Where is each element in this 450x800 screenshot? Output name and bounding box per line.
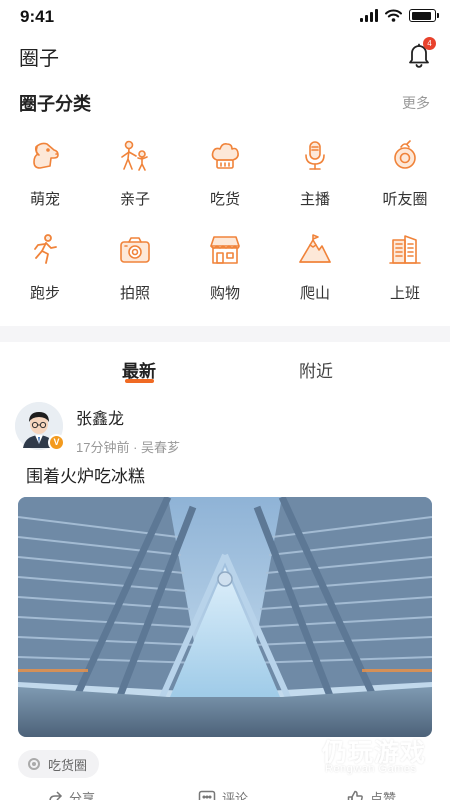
status-time: 9:41 (20, 7, 55, 26)
post-text: 围着火炉吃冰糕 (26, 467, 145, 486)
section-divider (0, 326, 450, 342)
cellular-signal-icon (360, 9, 378, 22)
category-item-work[interactable]: 上班 (360, 228, 450, 322)
headphone-disc-icon (394, 140, 416, 169)
share-icon (49, 790, 63, 800)
category-item-shopping[interactable]: 购物 (180, 228, 270, 322)
wifi-icon (385, 9, 402, 22)
status-bar: 9:41 (0, 0, 450, 34)
category-item-pets[interactable]: 萌宠 (0, 134, 90, 228)
post-action-bar: 分享 评论 点赞 (0, 788, 450, 800)
active-tab-indicator (125, 379, 154, 383)
battery-fill (411, 11, 432, 20)
category-item-listeners[interactable]: 听友圈 (360, 134, 450, 228)
comment-button[interactable]: 评论 (198, 788, 248, 800)
notification-button[interactable]: 4 (404, 37, 436, 70)
chef-hat-icon (211, 143, 239, 169)
category-item-anchor[interactable]: 主播 (270, 134, 360, 228)
parent-child-icon (121, 140, 148, 171)
shop-icon (210, 236, 240, 264)
more-categories-link[interactable]: 更多 (402, 93, 430, 113)
post-tag-label: 吃货圈 (48, 757, 88, 773)
status-icons (360, 9, 439, 22)
mountain-icon (299, 234, 331, 263)
thumbs-up-icon (347, 790, 363, 800)
office-building-icon (389, 235, 421, 264)
page-title: 圈子 (19, 48, 59, 70)
category-section-title: 圈子分类 (19, 94, 91, 114)
microphone-icon (305, 141, 325, 170)
comment-label: 评论 (222, 791, 249, 800)
watermark-subtext: Rengwan Games (325, 763, 417, 775)
running-icon (34, 234, 57, 264)
post-image[interactable] (18, 497, 432, 737)
verified-badge: V (48, 434, 65, 451)
category-item-parenting[interactable]: 亲子 (90, 134, 180, 228)
category-label: 主播 (299, 191, 330, 208)
watermark: 仍玩游戏 Rengwan Games (268, 733, 438, 783)
category-label: 吃货 (209, 191, 240, 208)
notification-badge: 4 (423, 37, 436, 50)
camera-icon (120, 237, 150, 263)
corridor-photo (18, 497, 432, 737)
share-label: 分享 (69, 791, 96, 800)
category-label: 听友圈 (382, 191, 428, 208)
circle-tag-icon (28, 758, 40, 770)
like-button[interactable]: 点赞 (347, 788, 396, 800)
category-label: 上班 (389, 285, 420, 302)
category-item-hiking[interactable]: 爬山 (270, 228, 360, 322)
category-item-foodie[interactable]: 吃货 (180, 134, 270, 228)
share-button[interactable]: 分享 (47, 788, 95, 800)
category-label: 跑步 (29, 285, 60, 302)
category-item-running[interactable]: 跑步 (0, 228, 90, 322)
category-label: 爬山 (299, 285, 330, 302)
post-author-name[interactable]: 张鑫龙 (76, 405, 124, 429)
battery-icon (409, 9, 439, 22)
category-label: 购物 (209, 285, 240, 302)
dog-icon (33, 142, 59, 169)
category-grid: 萌宠 亲子 吃货 主播 听友圈 跑步 拍照 购物 爬山 上班 (0, 134, 450, 322)
comment-icon (198, 790, 216, 800)
like-label: 点赞 (370, 791, 397, 800)
tab-nearby[interactable]: 附近 (299, 357, 333, 382)
watermark-logo-icon (274, 737, 310, 775)
category-label: 亲子 (119, 191, 150, 208)
post-meta: 17分钟前 · 吴春芗 (76, 440, 181, 455)
post-tag[interactable]: 吃货圈 (18, 750, 100, 778)
category-label: 拍照 (119, 285, 150, 302)
category-label: 萌宠 (29, 191, 60, 208)
category-item-photo[interactable]: 拍照 (90, 228, 180, 322)
